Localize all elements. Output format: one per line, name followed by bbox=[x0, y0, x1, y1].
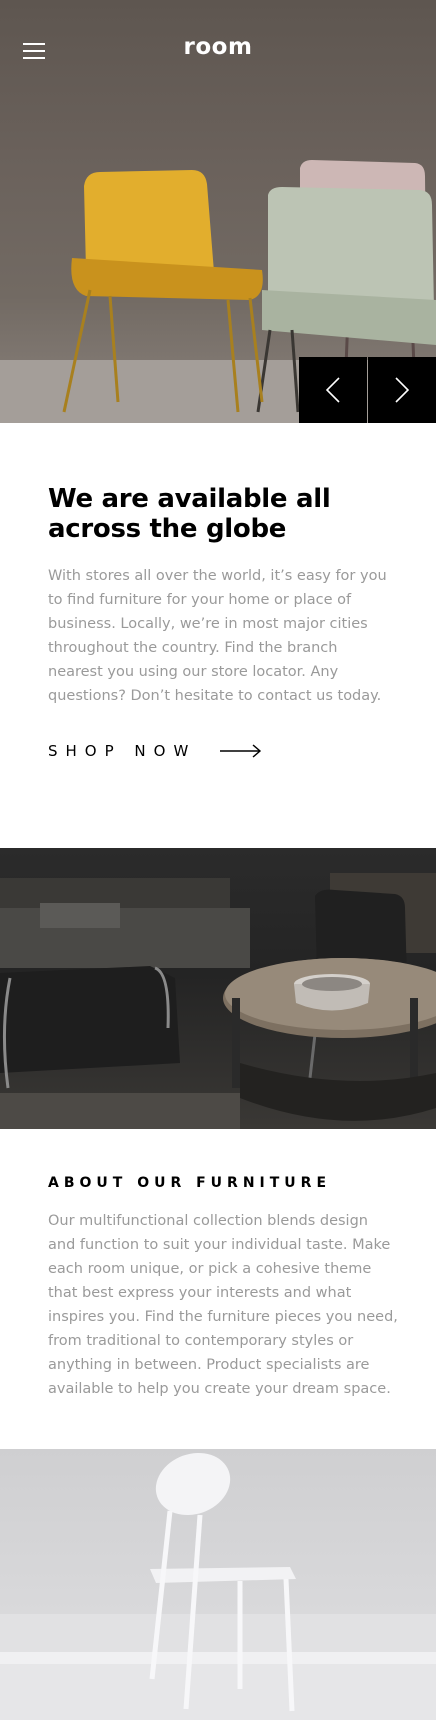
next-slide-button[interactable] bbox=[368, 357, 436, 423]
availability-body: With stores all over the world, it’s eas… bbox=[48, 568, 387, 704]
about-body: Our multifunctional collection blends de… bbox=[48, 1213, 398, 1397]
previous-slide-button[interactable] bbox=[299, 357, 367, 423]
chevron-right-icon bbox=[395, 377, 409, 403]
availability-title: We are available all across the globe bbox=[48, 484, 331, 544]
shop-now-link[interactable]: SHOP NOW bbox=[48, 742, 262, 760]
dark-living-room-photo bbox=[0, 848, 436, 1129]
site-logo[interactable]: room bbox=[0, 34, 436, 60]
arrow-right-icon bbox=[220, 744, 262, 758]
white-chair-photo bbox=[0, 1449, 436, 1720]
shop-now-label: SHOP NOW bbox=[48, 742, 197, 760]
hero-section: room bbox=[0, 0, 436, 423]
slider-controls bbox=[299, 357, 436, 423]
chevron-left-icon bbox=[326, 377, 340, 403]
about-title: ABOUT OUR FURNITURE bbox=[48, 1175, 332, 1191]
availability-section: We are available all across the globe Wi… bbox=[48, 484, 396, 708]
about-section: ABOUT OUR FURNITURE Our multifunctional … bbox=[48, 1175, 398, 1401]
